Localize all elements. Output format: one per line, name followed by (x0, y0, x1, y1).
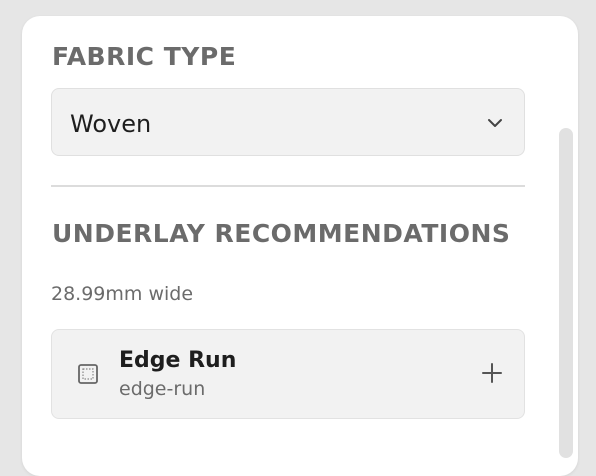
settings-panel: FABRIC TYPE Woven UNDERLAY RECOMMENDATIO… (22, 16, 578, 476)
fabric-type-value: Woven (70, 110, 152, 138)
underlay-item-slug: edge-run (119, 378, 206, 400)
width-label: 28.99mm wide (51, 283, 194, 305)
underlay-recommendations-heading: UNDERLAY RECOMMENDATIONS (52, 219, 511, 248)
dotted-square-icon (78, 364, 98, 384)
underlay-item-card[interactable]: Edge Run edge-run (51, 329, 525, 419)
chevron-down-icon (488, 119, 502, 127)
vertical-scrollbar[interactable] (559, 128, 573, 458)
section-divider (51, 185, 525, 187)
fabric-type-heading: FABRIC TYPE (52, 42, 237, 71)
underlay-item-title: Edge Run (119, 348, 237, 373)
fabric-type-select[interactable]: Woven (51, 88, 525, 156)
plus-icon[interactable] (480, 361, 504, 385)
